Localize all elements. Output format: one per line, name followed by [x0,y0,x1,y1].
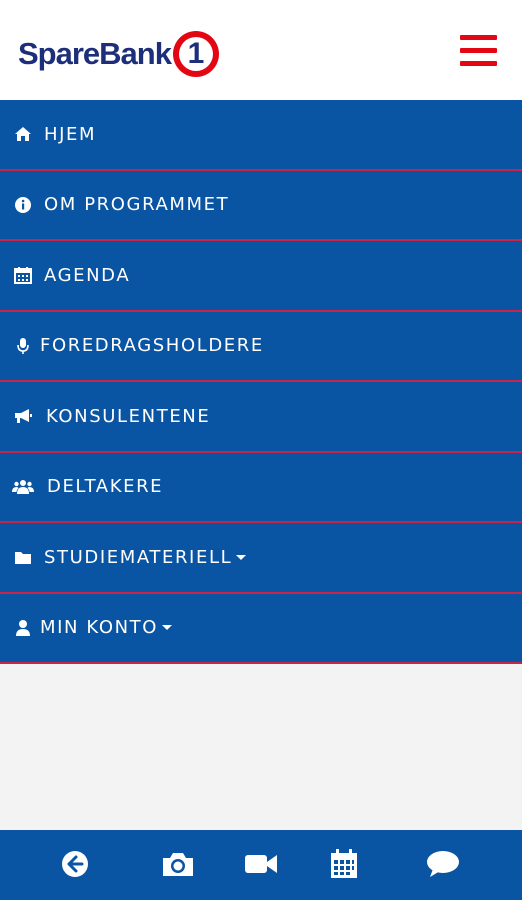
menu-item-om-programmet[interactable]: OM PROGRAMMET [0,171,522,241]
users-icon [12,476,34,498]
menu-item-foredragsholdere[interactable]: FOREDRAGSHOLDERE [0,312,522,382]
menu-item-label: HJEM [44,123,97,145]
menu-item-hjem[interactable]: HJEM [0,100,522,171]
logo-badge: 1 [172,31,219,77]
menu-item-label: MIN KONTO [40,617,159,639]
video-icon[interactable] [244,847,278,881]
logo-text: SpareBank [18,36,172,71]
user-icon [12,617,34,639]
menu-item-label: OM PROGRAMMET [44,194,230,216]
menu-item-label: STUDIEMATERIELL [44,546,233,568]
sparebank-logo[interactable]: SpareBank 1 [18,30,219,78]
logo-badge-digit: 1 [187,37,205,70]
menu-item-label: DELTAKERE [47,476,164,498]
menu-item-deltakere[interactable]: DELTAKERE [0,453,522,523]
info-icon [12,194,34,216]
folder-icon [12,546,34,568]
menu-item-studiemateriell[interactable]: STUDIEMATERIELL [0,523,522,594]
camera-icon[interactable] [161,847,195,881]
calendar-icon [12,264,34,286]
menu-item-min-konto[interactable]: MIN KONTO [0,594,522,664]
calendar-icon[interactable] [327,847,361,881]
app-header: SpareBank 1 [0,0,522,100]
hamburger-icon[interactable] [460,35,497,67]
menu-item-label: KONSULENTENE [46,405,211,427]
home-icon [12,123,34,145]
chevron-down-icon[interactable] [162,625,173,631]
chevron-down-icon[interactable] [236,554,247,560]
chat-icon[interactable] [426,847,460,881]
megaphone-icon [12,405,34,427]
menu-item-label: FOREDRAGSHOLDERE [40,335,264,357]
menu-item-konsulentene[interactable]: KONSULENTENE [0,382,522,453]
nav-menu: HJEM OM PROGRAMMET AGENDA FOREDRAGSHOLDE… [0,100,522,664]
bottom-toolbar [0,830,522,900]
menu-item-label: AGENDA [44,264,131,286]
back-arrow-icon[interactable] [58,847,92,881]
menu-item-agenda[interactable]: AGENDA [0,241,522,312]
microphone-icon [12,335,34,357]
